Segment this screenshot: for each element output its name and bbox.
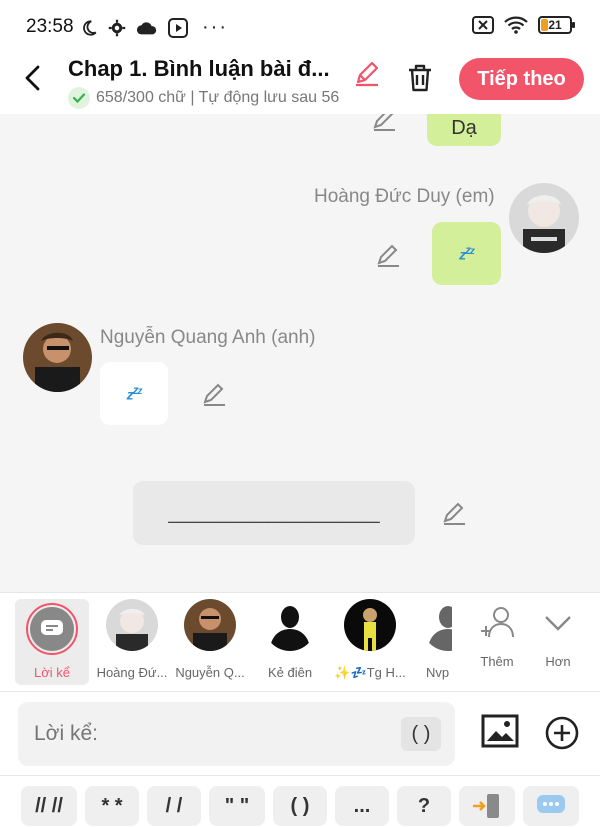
trash-icon: [409, 64, 431, 92]
sleep-emoji-icon: zzz: [126, 384, 143, 403]
composer: ( ): [0, 692, 600, 776]
message-bubble[interactable]: zzz: [100, 362, 168, 425]
message-bubble[interactable]: Dạ: [427, 114, 501, 146]
character-label: Lời kể: [34, 665, 70, 680]
character-label: ✨💤Tg H...: [334, 665, 406, 680]
character-label: Kẻ điên: [267, 665, 313, 680]
add-button[interactable]: [545, 716, 579, 755]
character-label: Hoàng Đứ...: [96, 665, 168, 680]
expand-characters-button[interactable]: Hơn: [518, 603, 598, 669]
character-nguyen-quang-anh[interactable]: Nguyễn Q...: [170, 599, 250, 680]
pencil-icon: [203, 383, 225, 406]
cloud-icon: [136, 21, 157, 34]
symbol-button[interactable]: " ": [209, 786, 265, 826]
character-nvp[interactable]: Nvp: [408, 599, 452, 680]
character-ke-dien[interactable]: Kẻ điên: [250, 599, 330, 680]
avatar: [106, 599, 158, 651]
pencil-icon: [443, 502, 465, 525]
insert-image-button[interactable]: [481, 714, 519, 753]
parentheses-button[interactable]: ( ): [401, 717, 441, 751]
status-bar: 23:58 ··· 21: [0, 0, 600, 52]
character-hoang-duc-duy[interactable]: Hoàng Đứ...: [92, 599, 172, 680]
message-input-box[interactable]: ( ): [18, 702, 455, 766]
symbol-button[interactable]: ( ): [273, 786, 327, 826]
image-icon: [481, 714, 519, 748]
avatar[interactable]: [23, 323, 92, 392]
edit-message-button[interactable]: [440, 500, 468, 533]
character-narration[interactable]: Lời kể: [15, 599, 89, 685]
avatar: [344, 599, 396, 651]
battery-level: 21: [548, 18, 562, 32]
chevron-down-icon: [545, 616, 571, 631]
message-text: Dạ: [451, 116, 477, 139]
character-label: Nguyễn Q...: [175, 665, 245, 680]
message-input[interactable]: [34, 718, 394, 750]
gear-icon: [108, 19, 126, 36]
edit-title-button[interactable]: [352, 58, 382, 93]
status-time: 23:58: [26, 16, 74, 37]
avatar: [264, 599, 316, 651]
character-label: Nvp: [426, 665, 450, 680]
no-sim-icon: [472, 16, 494, 34]
speech-bubble-icon: [41, 620, 63, 635]
expand-label: Hơn: [545, 654, 571, 669]
editor-header: Chap 1. Bình luận bài đ... 658/300 chữ |…: [0, 52, 600, 114]
moon-icon: [83, 19, 97, 36]
narration-bubble[interactable]: ___________________: [133, 481, 415, 545]
pencil-icon: [373, 114, 395, 131]
symbol-button[interactable]: * *: [85, 786, 139, 826]
more-dots-icon: ···: [202, 16, 228, 38]
phone-arrow-icon: [473, 794, 499, 818]
next-button[interactable]: Tiếp theo: [459, 58, 584, 100]
word-count-status: 658/300 chữ | Tự động lưu sau 56: [96, 89, 340, 106]
delete-button[interactable]: [404, 62, 436, 99]
edit-message-button[interactable]: [374, 242, 402, 275]
check-icon: [68, 87, 90, 109]
chat-bubble-icon: [537, 795, 565, 813]
character-tg-h[interactable]: ✨💤Tg H...: [330, 599, 410, 681]
add-user-icon: [481, 607, 514, 638]
plus-circle-icon: [545, 716, 579, 750]
sleep-emoji-icon: zzz: [459, 244, 475, 263]
back-button[interactable]: [18, 62, 50, 94]
avatar: [184, 599, 236, 651]
narration-text: ___________________: [168, 501, 380, 524]
pencil-icon: [377, 244, 399, 267]
edit-message-button[interactable]: [370, 114, 398, 139]
character-bar: Lời kể Hoàng Đứ... Nguyễn Q... Kẻ điên ✨…: [0, 592, 600, 692]
message-bubble[interactable]: zzz: [432, 222, 501, 285]
chapter-title[interactable]: Chap 1. Bình luận bài đ...: [68, 56, 346, 82]
battery-icon: 21: [538, 16, 575, 34]
edit-message-button[interactable]: [200, 381, 228, 414]
symbol-button[interactable]: / /: [147, 786, 201, 826]
chat-bubble-button[interactable]: [523, 786, 579, 826]
avatar[interactable]: [509, 183, 579, 253]
video-app-icon: [168, 17, 188, 38]
back-arrow-icon: [25, 65, 40, 91]
symbol-button[interactable]: ...: [335, 786, 389, 826]
pencil-icon: [356, 61, 379, 87]
symbol-button[interactable]: ?: [397, 786, 451, 826]
wifi-icon: [504, 16, 528, 34]
symbol-toolbar: // // * * / / " " ( ) ... ?: [0, 776, 600, 827]
chat-area[interactable]: Dạ Hoàng Đức Duy (em) zzz Nguyễn Quang A…: [0, 114, 600, 592]
phone-insert-button[interactable]: [459, 786, 515, 826]
speaker-name: Hoàng Đức Duy (em): [314, 186, 495, 207]
speaker-name: Nguyễn Quang Anh (anh): [100, 327, 316, 348]
symbol-button[interactable]: // //: [21, 786, 77, 826]
avatar: [422, 599, 452, 651]
